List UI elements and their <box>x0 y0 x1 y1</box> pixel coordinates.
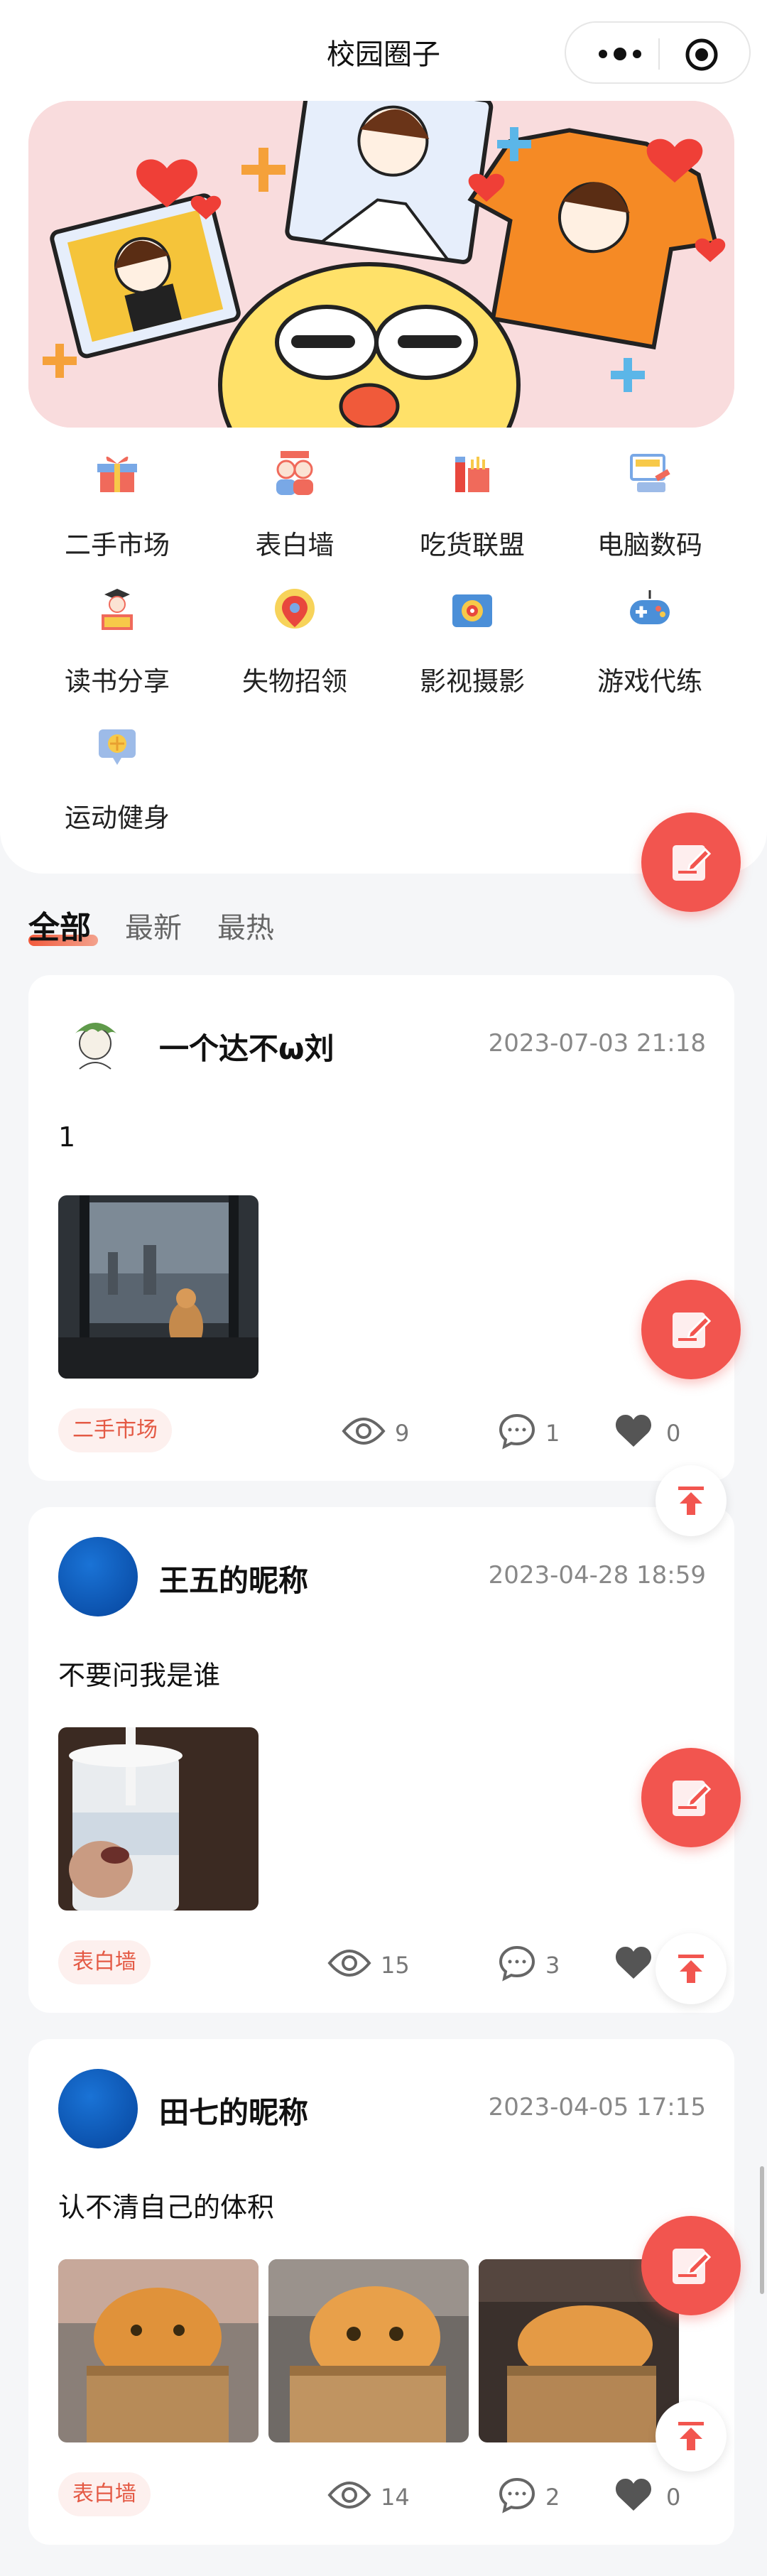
category-label: 电脑数码 <box>597 530 702 560</box>
create-post-button[interactable] <box>641 1748 741 1847</box>
more-icon[interactable] <box>593 40 650 68</box>
views-count: 15 <box>381 1952 410 1979</box>
arrow-up-icon <box>678 1487 704 1515</box>
gift-icon <box>97 456 137 492</box>
eye-icon <box>342 1418 386 1445</box>
views-count: 9 <box>395 1420 410 1447</box>
category-label: 吃货联盟 <box>420 530 525 560</box>
close-target-icon[interactable] <box>684 37 719 72</box>
avatar[interactable] <box>58 1005 138 1085</box>
comments-count: 1 <box>545 1420 560 1447</box>
post-image[interactable] <box>58 1727 259 1911</box>
back-to-top-button[interactable] <box>656 1933 727 2004</box>
back-to-top-button[interactable] <box>656 2401 727 2472</box>
banner-image[interactable] <box>28 101 734 428</box>
camera-icon <box>452 594 492 627</box>
category-game-boosting[interactable]: 游戏代练 <box>561 580 739 715</box>
arrow-up-icon <box>678 1955 704 1983</box>
food-icon <box>455 457 489 492</box>
avatar[interactable] <box>58 2069 138 2148</box>
book-icon <box>102 589 133 630</box>
heart-icon <box>615 1947 652 1979</box>
comments-count: 2 <box>545 2484 560 2511</box>
back-to-top-button[interactable] <box>656 1465 727 1536</box>
gamepad-icon <box>630 590 670 624</box>
category-sports-fitness[interactable]: 运动健身 <box>28 717 206 852</box>
create-post-button[interactable] <box>641 1280 741 1379</box>
tab-latest[interactable]: 最新 <box>125 905 182 946</box>
tab-label: 最新 <box>125 912 182 945</box>
post-date: 2023-07-03 21:18 <box>488 1029 706 1058</box>
post-content: 不要问我是谁 <box>58 1660 221 1691</box>
create-post-button[interactable] <box>641 2216 741 2315</box>
edit-icon <box>673 1781 712 1816</box>
category-lost-found[interactable]: 失物招领 <box>206 580 384 715</box>
category-confession-wall[interactable]: 表白墙 <box>206 444 384 579</box>
post-card[interactable]: 田七的昵称 2023-04-05 17:15 认不清自己的体积 表白墙 14 2… <box>28 2039 734 2545</box>
heart-icon <box>615 2479 652 2511</box>
tab-label: 全部 <box>28 910 91 946</box>
mini-program-capsule <box>565 21 751 84</box>
capsule-divider <box>658 38 660 70</box>
category-label: 表白墙 <box>255 530 334 560</box>
category-foodie[interactable]: 吃货联盟 <box>384 444 561 579</box>
edit-icon <box>673 1313 712 1348</box>
comments-count: 3 <box>545 1952 560 1979</box>
computer-icon <box>630 454 670 492</box>
create-post-button[interactable] <box>641 813 741 912</box>
post-image[interactable] <box>58 1195 259 1379</box>
author-name[interactable]: 田七的昵称 <box>159 2089 308 2132</box>
category-label: 失物招领 <box>242 666 347 697</box>
post-image[interactable] <box>268 2259 469 2442</box>
category-tag[interactable]: 表白墙 <box>58 2472 151 2516</box>
likes-count: 0 <box>666 1420 681 1447</box>
views-count: 14 <box>381 2484 410 2511</box>
edit-icon <box>673 2249 712 2284</box>
eye-icon <box>327 1950 371 1977</box>
fitness-icon <box>99 729 136 765</box>
arrow-up-icon <box>678 2422 704 2450</box>
post-card[interactable]: 一个达不ω刘 2023-07-03 21:18 1 二手市场 9 1 0 <box>28 975 734 1481</box>
scrollbar[interactable] <box>760 2166 764 2294</box>
likes-count: 0 <box>666 2484 681 2511</box>
post-content: 1 <box>58 1121 76 1153</box>
comment-icon <box>499 2477 535 2513</box>
post-card[interactable]: 王五的昵称 2023-04-28 18:59 不要问我是谁 表白墙 15 3 <box>28 1507 734 2013</box>
couple-icon <box>276 451 313 495</box>
author-name[interactable]: 王五的昵称 <box>159 1557 308 1600</box>
author-name[interactable]: 一个达不ω刘 <box>159 1025 334 1068</box>
comment-icon <box>499 1413 535 1450</box>
category-tag[interactable]: 二手市场 <box>58 1408 172 1452</box>
heart-icon <box>615 1415 652 1447</box>
category-tag[interactable]: 表白墙 <box>58 1940 151 1984</box>
banner-illustration <box>28 101 734 428</box>
tab-all[interactable]: 全部 <box>28 902 98 947</box>
location-icon <box>275 589 315 629</box>
tab-hottest[interactable]: 最热 <box>217 905 274 946</box>
category-film-photo[interactable]: 影视摄影 <box>384 580 561 715</box>
tab-label: 最热 <box>217 912 274 945</box>
post-image[interactable] <box>58 2259 259 2442</box>
edit-icon <box>673 845 712 881</box>
category-book-sharing[interactable]: 读书分享 <box>28 580 206 715</box>
category-label: 读书分享 <box>65 666 170 697</box>
post-date: 2023-04-28 18:59 <box>488 1561 706 1589</box>
category-label: 二手市场 <box>65 530 170 560</box>
eye-icon <box>327 2482 371 2509</box>
category-computer-digital[interactable]: 电脑数码 <box>561 444 739 579</box>
category-label: 游戏代练 <box>597 666 702 697</box>
category-label: 运动健身 <box>65 803 170 833</box>
post-date: 2023-04-05 17:15 <box>488 2093 706 2121</box>
category-second-hand[interactable]: 二手市场 <box>28 444 206 579</box>
category-label: 影视摄影 <box>420 666 525 697</box>
avatar[interactable] <box>58 1537 138 1616</box>
post-content: 认不清自己的体积 <box>58 2192 275 2223</box>
comment-icon <box>499 1945 535 1982</box>
